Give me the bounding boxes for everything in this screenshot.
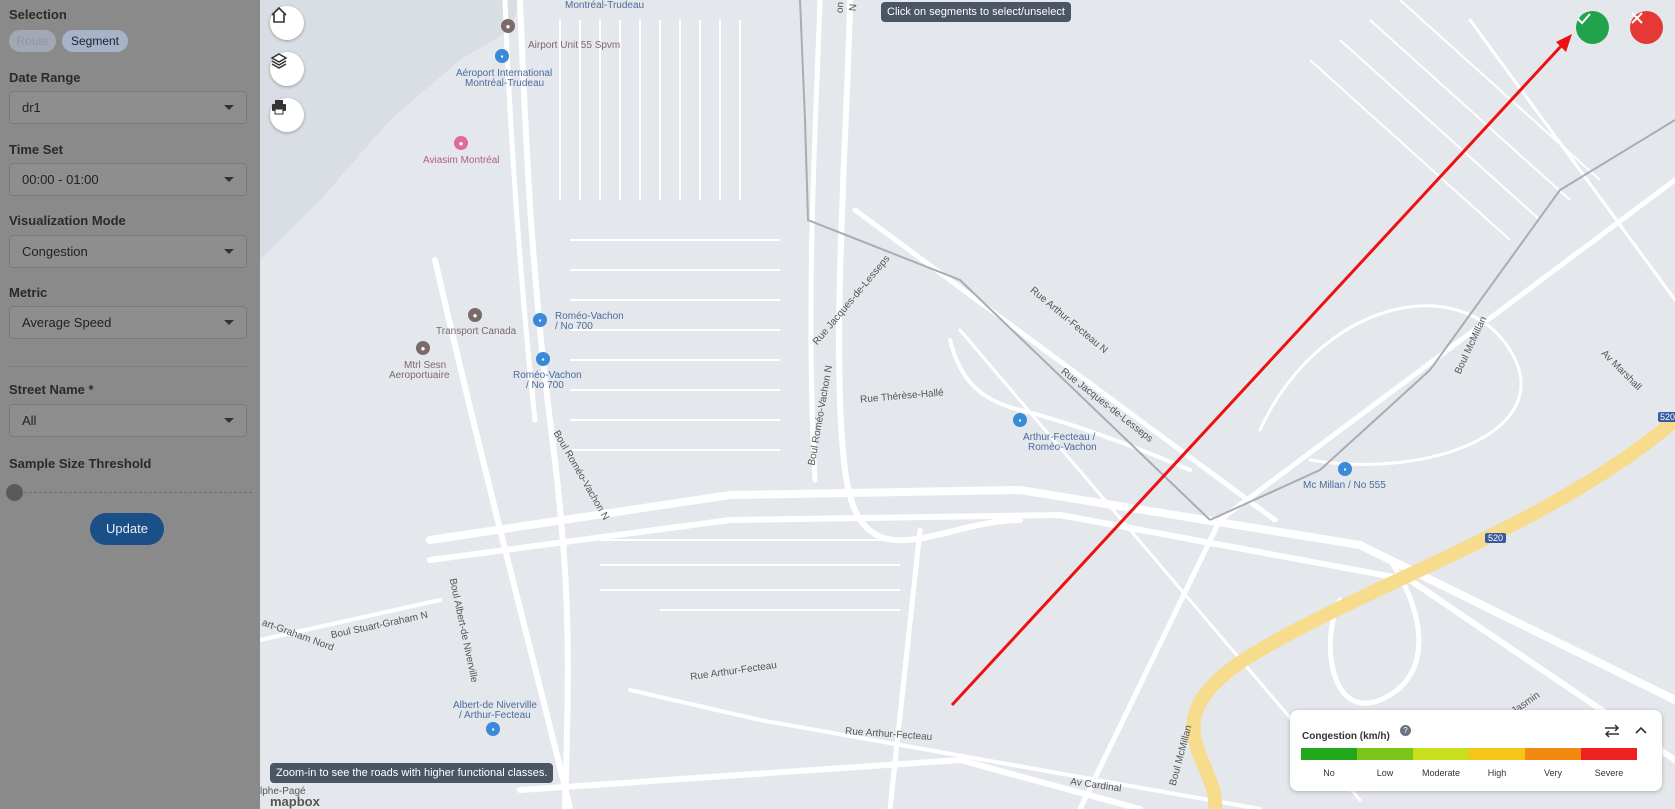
map-label: lphe-Pagé — [260, 786, 306, 797]
map-label: / No 700 — [555, 321, 593, 332]
caret-down-icon — [224, 320, 234, 325]
map-label: / No 700 — [526, 380, 564, 391]
street-name-select[interactable]: All — [9, 404, 247, 437]
layers-icon — [270, 53, 288, 69]
street-name-label: Street Name * — [9, 382, 94, 397]
metric-select[interactable]: Average Speed — [9, 306, 247, 339]
cancel-button[interactable] — [1630, 11, 1663, 44]
metric-value: Average Speed — [22, 315, 112, 330]
viz-mode-label: Visualization Mode — [9, 213, 126, 228]
home-button[interactable] — [270, 6, 304, 40]
date-range-select[interactable]: dr1 — [9, 91, 247, 124]
chevron-up-icon — [1635, 726, 1647, 734]
legend-swatch — [1469, 748, 1525, 760]
metric-label: Metric — [9, 285, 48, 300]
legend-level-label: High — [1487, 768, 1507, 778]
map-roads — [260, 0, 1675, 809]
sample-size-slider-handle[interactable] — [6, 484, 23, 501]
legend-level-label: Very — [1543, 768, 1562, 778]
map-canvas[interactable]: Click on segments to select/unselect Zoo… — [260, 0, 1675, 809]
home-icon — [271, 6, 287, 23]
legend-title: Congestion (km/h) — [1302, 731, 1390, 742]
check-icon — [1577, 13, 1591, 25]
legend-swatch — [1357, 748, 1413, 760]
legend-level-label: Low — [1376, 768, 1394, 778]
bus-stop-icon: ▪ — [533, 313, 547, 327]
legend-level-label: Moderate — [1421, 768, 1461, 778]
help-icon[interactable]: ? — [1400, 725, 1411, 736]
time-set-label: Time Set — [9, 142, 63, 157]
date-range-value: dr1 — [22, 100, 41, 115]
map-label: Aviasim Montréal — [423, 155, 500, 166]
date-range-label: Date Range — [9, 70, 81, 85]
legend-swatch — [1413, 748, 1469, 760]
map-label: / Arthur-Fecteau — [459, 710, 531, 721]
street-name-value: All — [22, 413, 37, 428]
legend-swatch — [1525, 748, 1581, 760]
map-label: Mc Millan / No 555 — [1303, 480, 1386, 491]
update-button[interactable]: Update — [90, 513, 164, 545]
control-sidebar: Selection Route Segment Date Range dr1 T… — [0, 0, 260, 809]
sample-size-slider-track[interactable] — [14, 492, 252, 493]
segment-toggle[interactable]: Segment — [62, 30, 128, 52]
bus-stop-icon: ▪ — [486, 722, 500, 736]
legend-labels: No Low Moderate High Very Severe — [1301, 768, 1637, 778]
map-label: Montréal-Trudeau — [565, 0, 645, 11]
sidebar-divider — [9, 366, 247, 367]
swap-arrows-icon — [1604, 724, 1620, 738]
map-label: Aeroportuaire — [389, 370, 450, 381]
legend-swatch — [1301, 748, 1357, 760]
time-set-value: 00:00 - 01:00 — [22, 172, 99, 187]
caret-down-icon — [224, 177, 234, 182]
map-label: Transport Canada — [436, 326, 517, 337]
viz-mode-value: Congestion — [22, 244, 88, 259]
route-toggle[interactable]: Route — [9, 30, 56, 52]
map-label: on — [834, 1, 847, 14]
bus-stop-icon: ▪ — [1013, 413, 1027, 427]
legend-swatch — [1581, 748, 1637, 760]
transport-canada-poi-icon: ● — [468, 308, 482, 322]
legend-level-label: Severe — [1594, 768, 1624, 778]
caret-down-icon — [224, 418, 234, 423]
legend-color-bar — [1301, 748, 1637, 760]
airport-bus-stop-icon: ▪ — [495, 49, 509, 63]
print-button[interactable] — [270, 98, 304, 132]
map-label: N — [847, 3, 860, 12]
viz-mode-select[interactable]: Congestion — [9, 235, 247, 268]
caret-down-icon — [224, 105, 234, 110]
bus-stop-icon: ▪ — [536, 352, 550, 366]
highway-520-shield: 520 — [1485, 533, 1507, 543]
time-set-select[interactable]: 00:00 - 01:00 — [9, 163, 247, 196]
confirm-button[interactable] — [1576, 11, 1609, 44]
map-label: Montréal-Trudeau — [465, 78, 545, 89]
caret-down-icon — [224, 249, 234, 254]
mtrl-sesn-poi-icon: ● — [416, 341, 430, 355]
close-icon — [1631, 12, 1643, 24]
layers-button[interactable] — [270, 52, 304, 86]
bus-stop-icon: ▪ — [1338, 462, 1352, 476]
police-poi-icon: ● — [501, 19, 515, 33]
map-label: Airport Unit 55 Spvm — [528, 40, 621, 51]
map-label: Roméo-Vachon — [1028, 442, 1097, 453]
select-segments-tooltip: Click on segments to select/unselect — [881, 2, 1071, 22]
printer-icon — [272, 100, 286, 115]
zoom-in-tooltip: Zoom-in to see the roads with higher fun… — [270, 763, 554, 783]
selection-label: Selection — [9, 7, 67, 22]
aviasim-poi-icon: ● — [454, 136, 468, 150]
legend-level-label: No — [1323, 768, 1335, 778]
sample-size-label: Sample Size Threshold — [9, 456, 152, 471]
highway-520-shield: 520 — [1658, 412, 1675, 422]
congestion-legend: Congestion (km/h) ? No Low Moderate High Ver… — [1290, 710, 1662, 791]
